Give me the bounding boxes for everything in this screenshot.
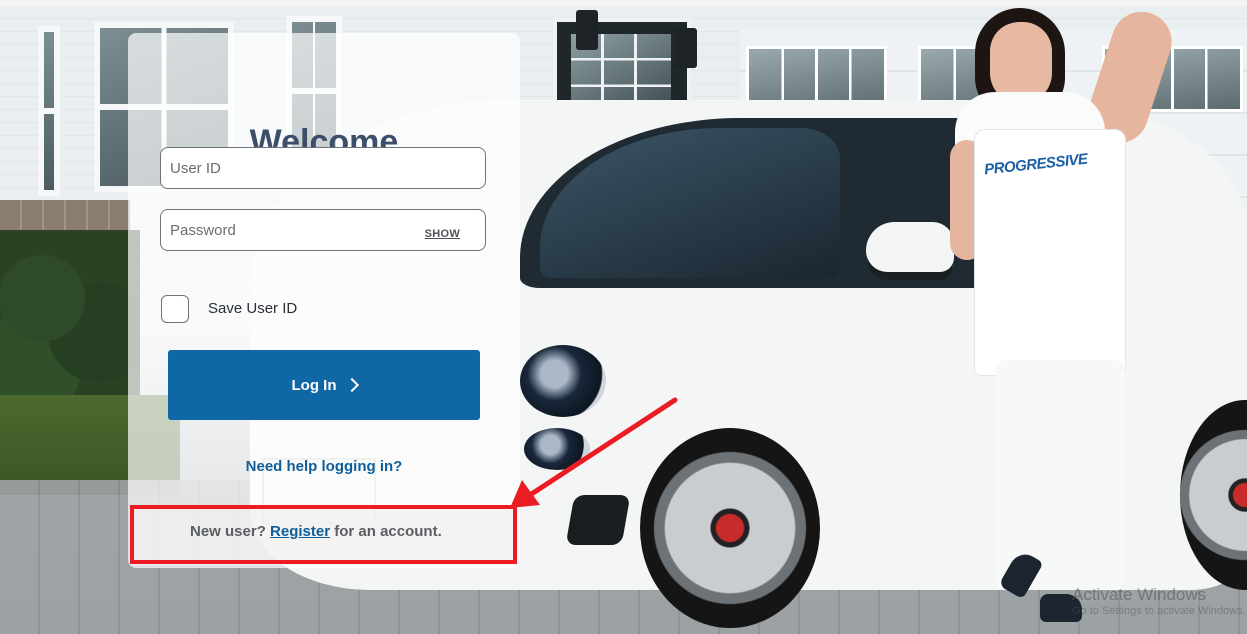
show-password-button[interactable]: SHOW: [425, 228, 460, 240]
car-mirror: [866, 222, 954, 272]
wall-lamp: [576, 10, 598, 50]
password-field[interactable]: SHOW: [160, 209, 486, 251]
house-window: [38, 26, 60, 196]
person-pants: [995, 360, 1125, 590]
bushes: [0, 230, 140, 400]
save-user-id-label: Save User ID: [208, 300, 298, 317]
chevron-right-icon: [344, 377, 359, 393]
highlight-box: [130, 505, 517, 564]
log-in-button[interactable]: Log In: [168, 350, 480, 420]
wall-lamp: [675, 28, 697, 68]
car-wheel: [640, 428, 820, 628]
headlight: [520, 345, 606, 417]
help-logging-in-link[interactable]: Need help logging in?: [128, 458, 520, 475]
log-in-label: Log In: [291, 376, 337, 394]
windows-activation-hint: Go to Settings to activate Windows.: [1072, 605, 1246, 617]
fog-light: [524, 428, 590, 470]
user-id-input[interactable]: [161, 148, 410, 188]
windows-activation-watermark: Activate Windows: [1072, 585, 1207, 604]
save-user-id-checkbox[interactable]: [161, 295, 189, 323]
password-input[interactable]: [161, 210, 410, 250]
user-id-field[interactable]: [160, 147, 486, 189]
car-grill: [565, 495, 631, 545]
